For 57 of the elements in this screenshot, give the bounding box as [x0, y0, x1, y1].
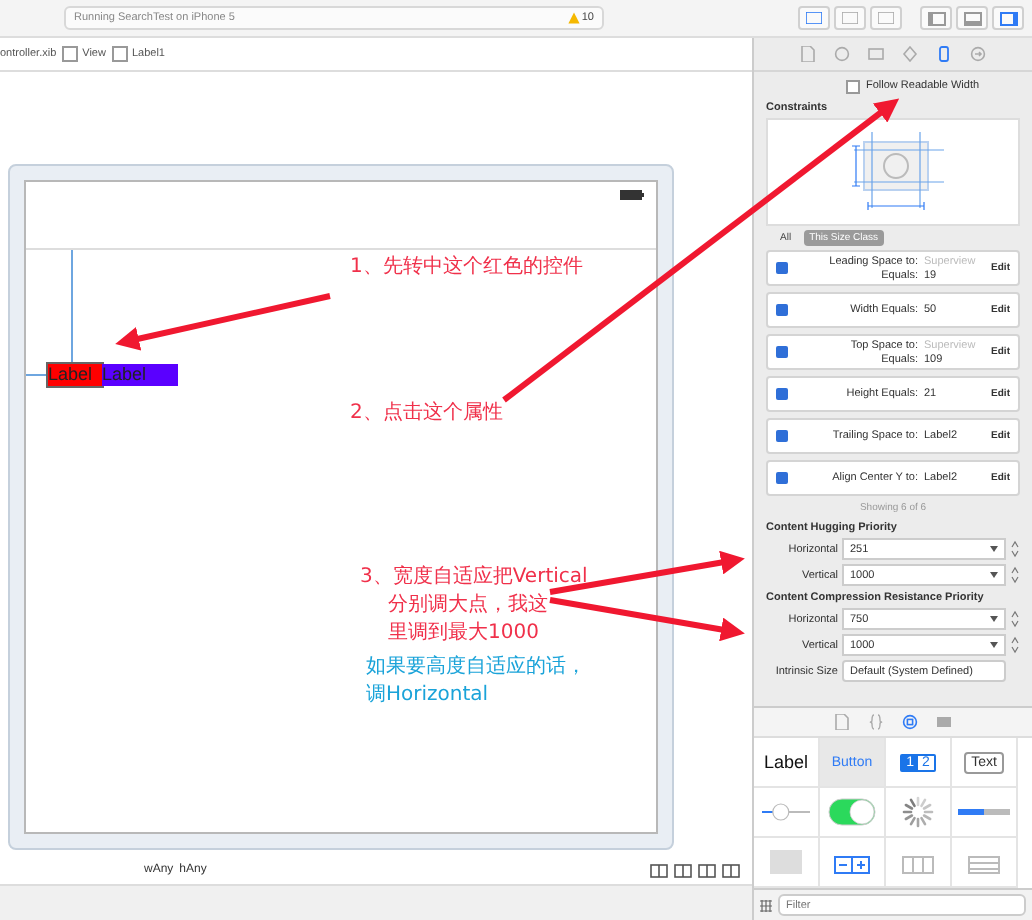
- connections-icon[interactable]: [970, 46, 986, 62]
- slider-item[interactable]: [760, 802, 812, 822]
- warning-icon: [567, 12, 580, 24]
- battery-icon: [620, 190, 644, 200]
- stepper-icon[interactable]: [1010, 540, 1020, 558]
- annotation-text: 3、宽度自适应把Vertical 分别调大点，我这 里调到最大1000: [360, 564, 588, 648]
- resolve-icon[interactable]: [722, 863, 740, 877]
- stepper-icon[interactable]: [1010, 636, 1020, 654]
- panel-icon: [999, 11, 1017, 25]
- editor-icon: [842, 12, 858, 24]
- editor-icon: [878, 12, 894, 24]
- table-item[interactable]: [968, 850, 1000, 874]
- align-icon[interactable]: [674, 863, 692, 877]
- constraint-icon: [776, 262, 788, 274]
- annotation-text: 如果要高度自适应的话， 调Horizontal: [366, 654, 586, 710]
- label-item[interactable]: Label: [763, 752, 809, 772]
- version-editor-button[interactable]: [870, 6, 902, 30]
- grid-view-icon[interactable]: [760, 899, 772, 911]
- spinner-item[interactable]: [902, 796, 934, 828]
- braces-icon[interactable]: [868, 714, 884, 730]
- stepper-icon[interactable]: [1010, 610, 1020, 628]
- editor-icon: [806, 12, 822, 24]
- annotation-text: 2、点击这个属性: [350, 400, 503, 428]
- constraint-icon: [776, 304, 788, 316]
- constraint-icon: [776, 346, 788, 358]
- constraint-icon: [776, 472, 788, 484]
- canvas-label[interactable]: Label: [48, 364, 102, 386]
- panel-toggle[interactable]: [956, 6, 988, 30]
- standard-editor-button[interactable]: [798, 6, 830, 30]
- media-icon[interactable]: [936, 714, 952, 730]
- pin-icon[interactable]: [698, 863, 716, 877]
- size-icon[interactable]: [936, 46, 952, 62]
- switch-item[interactable]: [828, 798, 876, 826]
- caret-icon: [990, 642, 998, 648]
- caret-icon: [990, 572, 998, 578]
- columns-item[interactable]: [902, 850, 934, 874]
- checkbox[interactable]: [846, 79, 860, 93]
- file-icon[interactable]: [800, 46, 816, 62]
- panel-toggle[interactable]: [920, 6, 952, 30]
- annotation-text: 1、先转中这个红色的控件: [350, 254, 583, 282]
- caret-icon: [990, 616, 998, 622]
- identity-icon[interactable]: [868, 46, 884, 62]
- attributes-icon[interactable]: [902, 46, 918, 62]
- panel-icon: [963, 11, 981, 25]
- constraint-icon: [776, 388, 788, 400]
- constraint-icon: [776, 430, 788, 442]
- stepper-icon[interactable]: [1010, 566, 1020, 584]
- object-icon[interactable]: [902, 714, 918, 730]
- assistant-editor-button[interactable]: [834, 6, 866, 30]
- panel-icon: [927, 11, 945, 25]
- caret-icon: [990, 546, 998, 552]
- help-icon[interactable]: [834, 46, 850, 62]
- stack-icon[interactable]: [650, 863, 668, 877]
- file-icon[interactable]: [834, 714, 850, 730]
- stepper-item[interactable]: [834, 850, 870, 874]
- panel-toggle[interactable]: [992, 6, 1024, 30]
- progress-bar-item[interactable]: [958, 808, 1010, 816]
